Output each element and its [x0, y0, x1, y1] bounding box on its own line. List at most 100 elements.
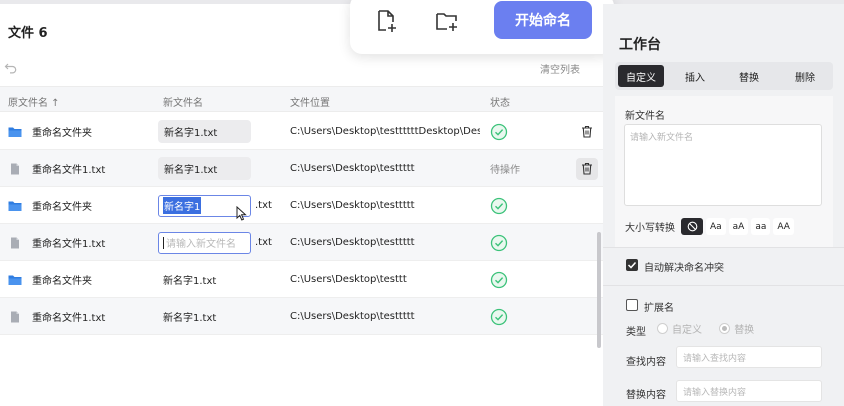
- divider: [603, 247, 844, 248]
- new-name-cell: 新名字1.txt: [158, 150, 251, 187]
- original-name: 重命名文件1.txt: [32, 239, 106, 250]
- extension-suffix: .txt: [255, 237, 272, 248]
- mouse-cursor-icon: [236, 206, 247, 221]
- action-cell: [576, 187, 598, 224]
- file-path: C:\Users\Desktop\testtttt: [290, 200, 415, 211]
- folder-plus-icon[interactable]: [434, 8, 460, 34]
- tab-replace[interactable]: 替换: [726, 65, 772, 87]
- check-circle-icon: [490, 234, 508, 251]
- new-name-value[interactable]: 新名字1.txt: [158, 120, 251, 143]
- table-row[interactable]: 重命名文件1.txt 新名字1.txt C:\Users\Desktop\testt…: [0, 150, 603, 187]
- action-cell: [576, 150, 598, 187]
- table-header: 原文件名 ↑ 新文件名 文件位置 状态: [0, 86, 603, 112]
- action-cell: [576, 261, 598, 298]
- case-inverse-button[interactable]: aA: [728, 218, 749, 235]
- file-path: C:\Users\Desktop\testtttttDesktop\Des...: [290, 126, 480, 137]
- original-name: 重命名文件夹: [32, 202, 92, 213]
- prohibit-icon: [687, 221, 697, 232]
- case-title-button[interactable]: Aa: [706, 218, 726, 235]
- original-name-cell: 重命名文件夹: [8, 113, 92, 150]
- type-replace-radio[interactable]: [719, 323, 731, 334]
- undo-icon[interactable]: [4, 60, 18, 74]
- tab-delete[interactable]: 删除: [782, 65, 828, 87]
- type-custom-radio[interactable]: [657, 323, 668, 334]
- new-name-textarea[interactable]: 请输入新文件名: [624, 124, 822, 206]
- status-cell: [490, 187, 508, 224]
- action-cell: [576, 113, 598, 150]
- type-replace-label: 替换: [734, 325, 755, 336]
- new-name-placeholder: 请输入新文件名: [166, 239, 236, 250]
- divider: [603, 285, 844, 286]
- case-label: 大小写转换: [625, 223, 675, 234]
- col-original-name[interactable]: 原文件名 ↑: [8, 94, 60, 109]
- type-label: 类型: [626, 327, 646, 338]
- clear-list-button[interactable]: 清空列表: [540, 61, 580, 76]
- check-circle-icon: [490, 308, 508, 325]
- tab-insert[interactable]: 插入: [672, 65, 718, 87]
- extension-suffix: .txt: [255, 200, 272, 211]
- table-row[interactable]: 重命名文件夹 新名字1.txt C:\Users\Desktop\testtt: [0, 261, 603, 298]
- original-name: 重命名文件夹: [32, 276, 92, 287]
- new-name-value: 新名字1.txt: [163, 276, 217, 287]
- table-row[interactable]: 重命名文件1.txt 新名字1.txt C:\Users\Desktop\testt…: [0, 298, 603, 335]
- replace-label: 替换内容: [626, 390, 666, 401]
- new-name-cell: 新名字1.txt: [158, 261, 216, 298]
- col-location: 文件位置: [290, 98, 330, 109]
- find-input[interactable]: 请输入查找内容: [676, 346, 822, 368]
- original-name-cell: 重命名文件夹: [8, 187, 92, 224]
- case-lower-button[interactable]: aa: [751, 218, 771, 235]
- replace-input[interactable]: 请输入替换内容: [676, 380, 822, 402]
- file-count-title: 文件 6: [8, 26, 48, 41]
- status-cell: [490, 113, 508, 150]
- floating-toolbar: 开始命名: [350, 0, 614, 54]
- check-circle-icon: [490, 123, 508, 140]
- case-none-button[interactable]: [681, 218, 703, 235]
- check-circle-icon: [490, 197, 508, 214]
- status-cell: [490, 261, 508, 298]
- type-custom-label: 自定义: [672, 325, 702, 336]
- original-name: 重命名文件夹: [32, 128, 92, 139]
- new-name-value: 新名字1.txt: [163, 313, 217, 324]
- original-name: 重命名文件1.txt: [32, 313, 106, 324]
- file-path: C:\Users\Desktop\testtt: [290, 274, 407, 285]
- original-name-cell: 重命名文件1.txt: [8, 298, 105, 335]
- table-row[interactable]: 重命名文件夹 新名字1.txt C:\Users\Desktop\testttttt…: [0, 113, 603, 150]
- tab-custom[interactable]: 自定义: [618, 65, 664, 87]
- table-scrollbar[interactable]: [597, 232, 601, 348]
- status-cell: 待操作: [490, 150, 520, 187]
- find-label: 查找内容: [626, 357, 666, 368]
- delete-row-button[interactable]: [576, 157, 598, 180]
- auto-resolve-label: 自动解决命名冲突: [644, 263, 724, 274]
- auto-resolve-checkbox[interactable]: [626, 259, 638, 271]
- table-row[interactable]: 重命名文件1.txt 请输入新文件名 .txt C:\Users\Desktop\te…: [0, 224, 603, 261]
- status-cell: [490, 298, 508, 335]
- new-name-value[interactable]: 新名字1.txt: [158, 157, 251, 180]
- status-pending: 待操作: [490, 165, 520, 176]
- start-rename-button[interactable]: 开始命名: [494, 1, 592, 39]
- trash-icon: [582, 162, 592, 175]
- selected-text: 新名字1: [163, 197, 202, 214]
- new-name-cell: 新名字1 .txt: [158, 187, 272, 224]
- new-name-input[interactable]: 请输入新文件名: [158, 231, 251, 254]
- file-icon: [11, 311, 19, 322]
- file-plus-icon[interactable]: [374, 8, 400, 34]
- case-upper-button[interactable]: AA: [773, 218, 794, 235]
- new-name-cell: 请输入新文件名 .txt: [158, 224, 272, 261]
- original-name: 重命名文件1.txt: [32, 165, 106, 176]
- type-radio-group: 自定义 替换: [657, 321, 768, 336]
- status-cell: [490, 224, 508, 261]
- file-list-panel: 文件 6 清空列表 原文件名 ↑ 新文件名 文件位置 状态 重命名文件夹 新名字1…: [0, 4, 603, 406]
- extension-checkbox[interactable]: [626, 299, 638, 311]
- folder-icon: [8, 201, 22, 211]
- workspace-tabs: 自定义 插入 替换 删除: [615, 62, 833, 90]
- new-name-label: 新文件名: [625, 111, 665, 122]
- check-circle-icon: [490, 271, 508, 288]
- table-row[interactable]: 重命名文件夹 新名字1 .txt C:\Users\Desktop\testtttt: [0, 187, 603, 224]
- workspace-title: 工作台: [619, 37, 661, 53]
- file-path: C:\Users\Desktop\testtttt: [290, 163, 415, 174]
- folder-icon: [8, 275, 22, 285]
- action-cell: [576, 224, 598, 261]
- trash-icon: [582, 125, 592, 138]
- delete-row-button[interactable]: [576, 121, 598, 143]
- action-cell: [576, 298, 598, 335]
